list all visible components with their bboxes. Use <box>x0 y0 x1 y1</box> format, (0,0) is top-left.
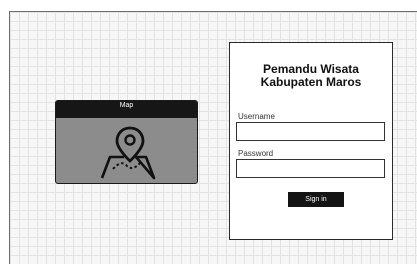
password-field[interactable] <box>236 159 385 178</box>
map-widget[interactable]: Map <box>55 100 198 184</box>
app-title-line2: Kabupaten Maros <box>260 75 362 89</box>
username-label: Username <box>238 112 275 121</box>
sign-in-button[interactable]: Sign in <box>288 192 344 207</box>
map-header: Map <box>56 101 197 118</box>
password-label: Password <box>238 149 274 158</box>
login-panel: Pemandu Wisata Kabupaten Maros Username … <box>229 42 393 240</box>
map-title: Map <box>119 102 134 109</box>
username-field[interactable] <box>236 122 385 141</box>
app-title: Pemandu Wisata Kabupaten Maros <box>230 63 392 89</box>
map-pin-icon <box>100 126 156 180</box>
